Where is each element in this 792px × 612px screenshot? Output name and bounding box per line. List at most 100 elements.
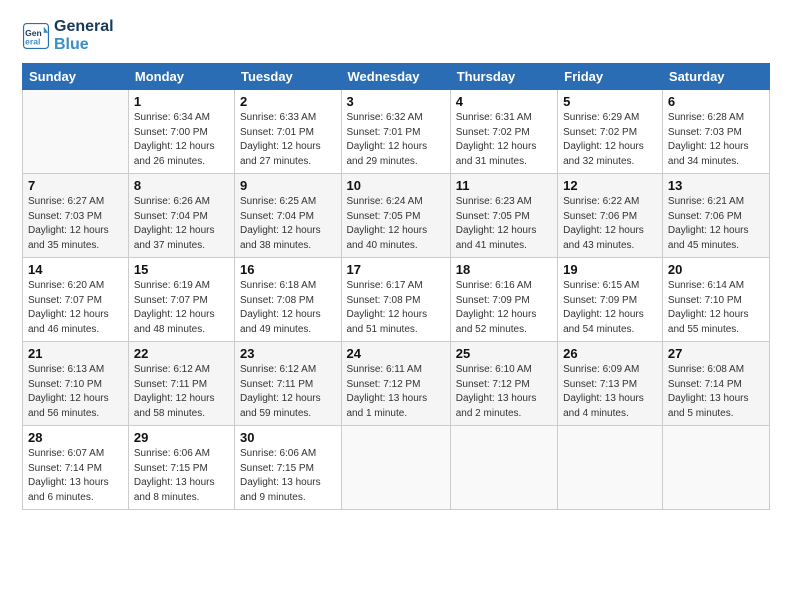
day-number: 29 xyxy=(134,430,229,445)
calendar-cell: 2 Sunrise: 6:33 AM Sunset: 7:01 PM Daylig… xyxy=(235,90,342,174)
calendar-week-row: 14 Sunrise: 6:20 AM Sunset: 7:07 PM Dayli… xyxy=(23,258,770,342)
calendar-cell: 29 Sunrise: 6:06 AM Sunset: 7:15 PM Dayli… xyxy=(128,426,234,510)
day-number: 18 xyxy=(456,262,552,277)
day-info: Sunrise: 6:10 AM Sunset: 7:12 PM Dayligh… xyxy=(456,363,552,421)
calendar-cell: 5 Sunrise: 6:29 AM Sunset: 7:02 PM Daylig… xyxy=(558,90,663,174)
day-number: 6 xyxy=(668,94,764,109)
day-number: 24 xyxy=(347,346,445,361)
day-info: Sunrise: 6:11 AM Sunset: 7:12 PM Dayligh… xyxy=(347,363,445,421)
calendar-cell: 8 Sunrise: 6:26 AM Sunset: 7:04 PM Daylig… xyxy=(128,174,234,258)
day-number: 28 xyxy=(28,430,123,445)
calendar-cell: 25 Sunrise: 6:10 AM Sunset: 7:12 PM Dayli… xyxy=(450,342,557,426)
day-number: 5 xyxy=(563,94,657,109)
page: Gen eral General Blue SundayMondayTuesda… xyxy=(0,0,792,612)
day-number: 9 xyxy=(240,178,336,193)
calendar-cell: 10 Sunrise: 6:24 AM Sunset: 7:05 PM Dayli… xyxy=(341,174,450,258)
day-info: Sunrise: 6:20 AM Sunset: 7:07 PM Dayligh… xyxy=(28,279,123,337)
day-info: Sunrise: 6:16 AM Sunset: 7:09 PM Dayligh… xyxy=(456,279,552,337)
calendar-cell: 16 Sunrise: 6:18 AM Sunset: 7:08 PM Dayli… xyxy=(235,258,342,342)
day-info: Sunrise: 6:12 AM Sunset: 7:11 PM Dayligh… xyxy=(240,363,336,421)
calendar-cell: 26 Sunrise: 6:09 AM Sunset: 7:13 PM Dayli… xyxy=(558,342,663,426)
day-number: 11 xyxy=(456,178,552,193)
day-number: 16 xyxy=(240,262,336,277)
day-info: Sunrise: 6:34 AM Sunset: 7:00 PM Dayligh… xyxy=(134,111,229,169)
day-info: Sunrise: 6:06 AM Sunset: 7:15 PM Dayligh… xyxy=(240,447,336,505)
logo-text-blue: Blue xyxy=(54,36,114,54)
day-info: Sunrise: 6:07 AM Sunset: 7:14 PM Dayligh… xyxy=(28,447,123,505)
calendar-cell: 28 Sunrise: 6:07 AM Sunset: 7:14 PM Dayli… xyxy=(23,426,129,510)
weekday-header-tuesday: Tuesday xyxy=(235,64,342,90)
day-number: 21 xyxy=(28,346,123,361)
calendar-cell xyxy=(23,90,129,174)
day-number: 19 xyxy=(563,262,657,277)
calendar-cell: 20Sunrise: 6:14 AM Sunset: 7:10 PM Dayli… xyxy=(662,258,769,342)
calendar-cell: 4 Sunrise: 6:31 AM Sunset: 7:02 PM Daylig… xyxy=(450,90,557,174)
day-number: 8 xyxy=(134,178,229,193)
day-info: Sunrise: 6:14 AM Sunset: 7:10 PM Dayligh… xyxy=(668,279,764,337)
day-info: Sunrise: 6:25 AM Sunset: 7:04 PM Dayligh… xyxy=(240,195,336,253)
calendar-week-row: 1 Sunrise: 6:34 AM Sunset: 7:00 PM Daylig… xyxy=(23,90,770,174)
day-number: 17 xyxy=(347,262,445,277)
calendar-cell xyxy=(662,426,769,510)
day-info: Sunrise: 6:18 AM Sunset: 7:08 PM Dayligh… xyxy=(240,279,336,337)
day-info: Sunrise: 6:09 AM Sunset: 7:13 PM Dayligh… xyxy=(563,363,657,421)
day-info: Sunrise: 6:32 AM Sunset: 7:01 PM Dayligh… xyxy=(347,111,445,169)
day-info: Sunrise: 6:13 AM Sunset: 7:10 PM Dayligh… xyxy=(28,363,123,421)
day-info: Sunrise: 6:22 AM Sunset: 7:06 PM Dayligh… xyxy=(563,195,657,253)
calendar-cell: 21 Sunrise: 6:13 AM Sunset: 7:10 PM Dayli… xyxy=(23,342,129,426)
weekday-header-friday: Friday xyxy=(558,64,663,90)
calendar-cell xyxy=(341,426,450,510)
day-info: Sunrise: 6:31 AM Sunset: 7:02 PM Dayligh… xyxy=(456,111,552,169)
day-info: Sunrise: 6:15 AM Sunset: 7:09 PM Dayligh… xyxy=(563,279,657,337)
day-info: Sunrise: 6:23 AM Sunset: 7:05 PM Dayligh… xyxy=(456,195,552,253)
calendar-cell: 7 Sunrise: 6:27 AM Sunset: 7:03 PM Daylig… xyxy=(23,174,129,258)
svg-text:eral: eral xyxy=(25,36,40,46)
calendar-cell: 9 Sunrise: 6:25 AM Sunset: 7:04 PM Daylig… xyxy=(235,174,342,258)
calendar-cell: 15 Sunrise: 6:19 AM Sunset: 7:07 PM Dayli… xyxy=(128,258,234,342)
calendar-header-row: SundayMondayTuesdayWednesdayThursdayFrid… xyxy=(23,64,770,90)
calendar-cell: 18 Sunrise: 6:16 AM Sunset: 7:09 PM Dayli… xyxy=(450,258,557,342)
weekday-header-monday: Monday xyxy=(128,64,234,90)
day-number: 2 xyxy=(240,94,336,109)
calendar-week-row: 7 Sunrise: 6:27 AM Sunset: 7:03 PM Daylig… xyxy=(23,174,770,258)
day-number: 22 xyxy=(134,346,229,361)
logo-icon: Gen eral xyxy=(22,22,50,50)
day-number: 25 xyxy=(456,346,552,361)
day-info: Sunrise: 6:06 AM Sunset: 7:15 PM Dayligh… xyxy=(134,447,229,505)
calendar-cell xyxy=(450,426,557,510)
day-info: Sunrise: 6:33 AM Sunset: 7:01 PM Dayligh… xyxy=(240,111,336,169)
day-number: 7 xyxy=(28,178,123,193)
day-number: 27 xyxy=(668,346,764,361)
day-info: Sunrise: 6:24 AM Sunset: 7:05 PM Dayligh… xyxy=(347,195,445,253)
day-number: 1 xyxy=(134,94,229,109)
calendar-week-row: 28 Sunrise: 6:07 AM Sunset: 7:14 PM Dayli… xyxy=(23,426,770,510)
calendar-cell: 23 Sunrise: 6:12 AM Sunset: 7:11 PM Dayli… xyxy=(235,342,342,426)
calendar-cell: 14 Sunrise: 6:20 AM Sunset: 7:07 PM Dayli… xyxy=(23,258,129,342)
calendar-cell: 30Sunrise: 6:06 AM Sunset: 7:15 PM Dayli… xyxy=(235,426,342,510)
day-info: Sunrise: 6:12 AM Sunset: 7:11 PM Dayligh… xyxy=(134,363,229,421)
day-number: 10 xyxy=(347,178,445,193)
day-info: Sunrise: 6:26 AM Sunset: 7:04 PM Dayligh… xyxy=(134,195,229,253)
day-number: 15 xyxy=(134,262,229,277)
day-number: 26 xyxy=(563,346,657,361)
calendar-cell: 24 Sunrise: 6:11 AM Sunset: 7:12 PM Dayli… xyxy=(341,342,450,426)
day-number: 4 xyxy=(456,94,552,109)
calendar-cell: 19 Sunrise: 6:15 AM Sunset: 7:09 PM Dayli… xyxy=(558,258,663,342)
day-number: 12 xyxy=(563,178,657,193)
day-info: Sunrise: 6:28 AM Sunset: 7:03 PM Dayligh… xyxy=(668,111,764,169)
calendar-cell: 12 Sunrise: 6:22 AM Sunset: 7:06 PM Dayli… xyxy=(558,174,663,258)
day-info: Sunrise: 6:27 AM Sunset: 7:03 PM Dayligh… xyxy=(28,195,123,253)
day-info: Sunrise: 6:17 AM Sunset: 7:08 PM Dayligh… xyxy=(347,279,445,337)
day-number: 23 xyxy=(240,346,336,361)
day-number: 14 xyxy=(28,262,123,277)
logo-text-general: General xyxy=(54,18,114,36)
calendar-cell: 13Sunrise: 6:21 AM Sunset: 7:06 PM Dayli… xyxy=(662,174,769,258)
day-info: Sunrise: 6:29 AM Sunset: 7:02 PM Dayligh… xyxy=(563,111,657,169)
calendar-cell: 3Sunrise: 6:32 AM Sunset: 7:01 PM Daylig… xyxy=(341,90,450,174)
calendar-cell: 17 Sunrise: 6:17 AM Sunset: 7:08 PM Dayli… xyxy=(341,258,450,342)
day-info: Sunrise: 6:19 AM Sunset: 7:07 PM Dayligh… xyxy=(134,279,229,337)
weekday-header-wednesday: Wednesday xyxy=(341,64,450,90)
calendar-cell: 11 Sunrise: 6:23 AM Sunset: 7:05 PM Dayli… xyxy=(450,174,557,258)
weekday-header-saturday: Saturday xyxy=(662,64,769,90)
calendar-cell: 27Sunrise: 6:08 AM Sunset: 7:14 PM Dayli… xyxy=(662,342,769,426)
